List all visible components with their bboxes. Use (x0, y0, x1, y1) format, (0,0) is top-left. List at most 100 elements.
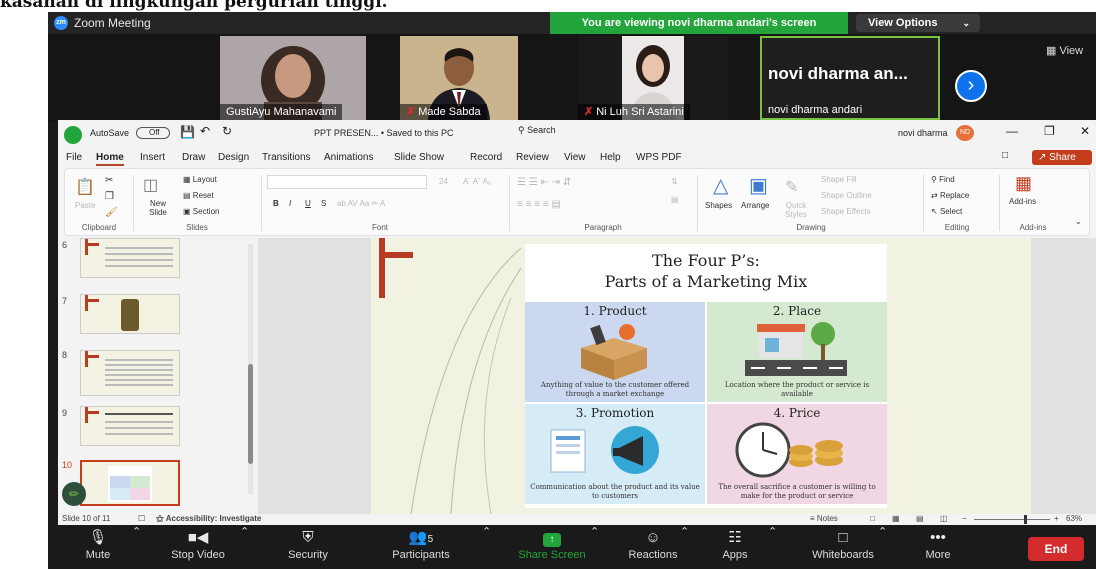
tab-file[interactable]: File (66, 152, 82, 163)
save-icon[interactable]: 💾 (180, 125, 195, 139)
align-text-icon[interactable]: ▤ (671, 195, 679, 204)
security-button[interactable]: ⛨ Security (278, 525, 338, 569)
section-button[interactable]: ▣ Section (183, 207, 219, 216)
italic-icon[interactable]: I (289, 199, 291, 208)
replace-button[interactable]: ⇄ Replace (931, 191, 969, 200)
file-name[interactable]: PPT PRESEN... • Saved to this PC (314, 128, 454, 138)
shape-effects-button[interactable]: Shape Effects (821, 207, 871, 216)
cut-icon[interactable]: ✂ (105, 175, 113, 186)
copy-icon[interactable]: ❐ (105, 191, 114, 202)
next-participants-button[interactable]: › (955, 70, 987, 102)
restore-icon[interactable]: ❐ (1044, 124, 1055, 138)
chevron-up-icon[interactable]: ⌃ (768, 525, 777, 569)
normal-view-icon[interactable]: □ (870, 514, 875, 523)
tab-transitions[interactable]: Transitions (262, 152, 311, 163)
share-button[interactable]: ↗ Share (1032, 150, 1092, 165)
collapse-ribbon-icon[interactable]: ⌄ (1075, 217, 1082, 226)
paste-icon[interactable]: 📋 (75, 177, 95, 197)
more-button[interactable]: ••• More (910, 525, 966, 569)
layout-button[interactable]: ▦ Layout (183, 175, 217, 184)
quick-styles-button[interactable]: Quick Styles (781, 201, 811, 219)
share-screen-button[interactable]: ↑ Share Screen (510, 525, 594, 569)
arrange-button[interactable]: Arrange (741, 201, 769, 210)
view-layout-button[interactable]: ▦ View (1046, 44, 1083, 57)
reset-button[interactable]: ▤ Reset (183, 191, 214, 200)
bold-icon[interactable]: B (273, 199, 279, 208)
chevron-up-icon[interactable]: ⌃ (590, 525, 599, 569)
font-family-select[interactable] (267, 175, 427, 189)
tab-view[interactable]: View (564, 152, 586, 163)
avatar[interactable]: ND (956, 125, 974, 141)
thumbnail-scrollbar[interactable] (248, 244, 253, 494)
close-icon[interactable]: ✕ (1080, 124, 1090, 138)
shapes-button[interactable]: Shapes (705, 201, 732, 210)
participant-tile-active-speaker[interactable]: novi dharma an... novi dharma andari (760, 36, 940, 120)
new-slide-icon[interactable]: ◫ (143, 175, 158, 195)
select-button[interactable]: ↖ Select (931, 207, 962, 216)
current-slide[interactable]: The Four P’s: Parts of a Marketing Mix 1.… (371, 238, 1031, 514)
slide-thumbnail[interactable] (80, 350, 180, 396)
slide-sorter-icon[interactable]: ▦ (892, 514, 900, 523)
participant-tile[interactable]: GustiAyu Mahanavami (220, 36, 366, 120)
reading-view-icon[interactable]: ▤ (916, 514, 924, 523)
pen-tool-button[interactable]: ✏ (62, 482, 86, 506)
bullets-icon[interactable]: ☰ ☰ ⇤ ⇥ ⇵ (517, 177, 571, 188)
participant-tile[interactable]: ✗ Ni Luh Sri Astarini (578, 36, 728, 120)
new-slide-button[interactable]: New Slide (141, 199, 175, 217)
grow-font-icon[interactable]: Aˆ Aˇ A₉ (463, 177, 491, 186)
participant-tile[interactable]: ✗ Made Sabda (400, 36, 518, 120)
participants-button[interactable]: 👥5 Participants (378, 525, 464, 569)
add-ins-button[interactable]: Add-ins (1009, 197, 1036, 206)
end-meeting-button[interactable]: End (1028, 537, 1084, 561)
reactions-button[interactable]: ☺ Reactions (618, 525, 688, 569)
tab-review[interactable]: Review (516, 152, 549, 163)
tab-wps-pdf[interactable]: WPS PDF (636, 152, 682, 163)
arrange-icon[interactable]: ▣ (749, 173, 768, 198)
view-options-button[interactable]: View Options ⌄ (856, 14, 980, 32)
slide-thumbnail[interactable] (80, 238, 180, 278)
zoom-percent[interactable]: 63% (1066, 514, 1082, 523)
shape-outline-button[interactable]: Shape Outline (821, 191, 872, 200)
undo-icon[interactable]: ↶ (200, 124, 210, 138)
tab-design[interactable]: Design (218, 152, 249, 163)
quick-styles-icon[interactable]: ✎ (785, 177, 798, 197)
format-painter-icon[interactable]: 🖌 (105, 207, 118, 218)
slide-thumbnail[interactable] (80, 294, 180, 334)
comments-icon[interactable]: □ (1002, 150, 1008, 161)
shape-fill-button[interactable]: Shape Fill (821, 175, 857, 184)
tab-home[interactable]: Home (96, 152, 124, 166)
slide-thumbnail-active[interactable] (80, 460, 180, 506)
stop-video-button[interactable]: ■◀ Stop Video (158, 525, 238, 569)
zoom-in-icon[interactable]: + (1054, 514, 1059, 523)
find-button[interactable]: ⚲ Find (931, 175, 955, 184)
font-color-icon[interactable]: ab AV Aa ✏ A (337, 199, 385, 208)
tab-help[interactable]: Help (600, 152, 621, 163)
whiteboards-button[interactable]: □ Whiteboards (798, 525, 888, 569)
tab-insert[interactable]: Insert (140, 152, 165, 163)
chevron-up-icon[interactable]: ⌃ (482, 525, 491, 569)
minimize-icon[interactable]: — (1006, 124, 1018, 138)
tab-slide-show[interactable]: Slide Show (394, 152, 444, 163)
accessibility-status[interactable]: ⚝ Accessibility: Investigate (156, 514, 261, 524)
tab-record[interactable]: Record (470, 152, 502, 163)
notes-button[interactable]: ≡ Notes (810, 514, 838, 523)
strikethrough-icon[interactable]: S (321, 199, 326, 208)
text-direction-icon[interactable]: ⇅ (671, 177, 678, 186)
chevron-up-icon[interactable]: ⌃ (132, 525, 141, 569)
align-icon[interactable]: ≡ ≡ ≡ ≡ ▤ (517, 199, 561, 210)
zoom-slider-thumb[interactable] (1024, 515, 1027, 524)
font-size-select[interactable]: 24 (439, 177, 448, 186)
paste-button[interactable]: Paste (75, 201, 95, 210)
apps-button[interactable]: ☷ Apps (712, 525, 758, 569)
zoom-out-icon[interactable]: − (962, 514, 967, 523)
scrollbar-thumb[interactable] (248, 364, 253, 464)
add-ins-icon[interactable]: ▦ (1015, 173, 1032, 194)
tab-draw[interactable]: Draw (182, 152, 205, 163)
spellcheck-icon[interactable]: ☐ (138, 514, 145, 523)
slideshow-icon[interactable]: ◫ (940, 514, 948, 523)
chevron-up-icon[interactable]: ⌃ (878, 525, 887, 569)
zoom-slider[interactable] (974, 515, 1050, 524)
chevron-up-icon[interactable]: ⌃ (240, 525, 249, 569)
underline-icon[interactable]: U (305, 199, 311, 208)
chevron-up-icon[interactable]: ⌃ (680, 525, 689, 569)
